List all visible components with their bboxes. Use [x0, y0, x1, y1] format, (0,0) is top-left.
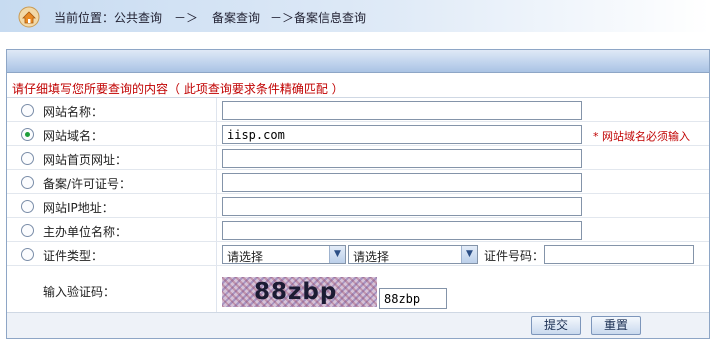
- cert-type-label: 证件类型：: [43, 249, 104, 263]
- homepage-url-label: 网站首页网址：: [43, 153, 128, 167]
- notice-text: 请仔细填写您所要查询的内容（ 此项查询要求条件精确匹配 ）: [12, 82, 344, 96]
- captcha-input[interactable]: [379, 288, 447, 309]
- home-icon: [18, 6, 40, 28]
- cert-type-select-2[interactable]: 请选择 ▼: [348, 245, 478, 264]
- notice-row: 请仔细填写您所要查询的内容（ 此项查询要求条件精确匹配 ）: [7, 74, 709, 98]
- domain-label: 网站域名：: [43, 129, 104, 143]
- domain-input[interactable]: [222, 125, 582, 144]
- site-name-input[interactable]: [222, 101, 582, 120]
- license-number-label: 备案/许可证号：: [43, 177, 132, 191]
- ip-address-label: 网站IP地址：: [43, 201, 114, 215]
- domain-required-hint: * 网站域名必须输入: [593, 130, 690, 143]
- cert-number-input[interactable]: [544, 245, 694, 264]
- field-row-organizer: 主办单位名称：: [7, 218, 709, 242]
- field-row-ip-address: 网站IP地址：: [7, 194, 709, 218]
- breadcrumb-current: 当前位置：公共查询: [54, 11, 163, 25]
- cert-number-label: 证件号码：: [484, 249, 545, 263]
- cert-type-select-1-value: 请选择: [227, 250, 264, 264]
- breadcrumb-separator: －＞: [174, 11, 199, 25]
- captcha-label: 输入验证码：: [43, 285, 116, 299]
- panel-header: [7, 50, 709, 73]
- captcha-image[interactable]: 88zbp: [222, 277, 377, 307]
- breadcrumb-bar: 当前位置：公共查询 －＞ 备案查询 －＞备案信息查询: [0, 0, 710, 32]
- breadcrumb-item-filing-info-query: －＞备案信息查询: [270, 11, 367, 25]
- organizer-label: 主办单位名称：: [43, 225, 128, 239]
- field-row-cert-type: 证件类型： 请选择 ▼ 请选择 ▼ 证件号码：: [7, 242, 709, 266]
- field-row-domain: 网站域名： * 网站域名必须输入: [7, 122, 709, 146]
- query-panel: 请仔细填写您所要查询的内容（ 此项查询要求条件精确匹配 ） 网站名称： 网站域名…: [6, 49, 710, 339]
- field-row-site-name: 网站名称：: [7, 98, 709, 122]
- domain-radio[interactable]: [21, 128, 34, 141]
- breadcrumb-item-filing-query[interactable]: 备案查询: [212, 9, 260, 26]
- site-name-label: 网站名称：: [43, 105, 104, 119]
- button-row: 提交 重置: [7, 312, 709, 338]
- chevron-down-icon[interactable]: ▼: [461, 246, 477, 263]
- cert-type-radio[interactable]: [21, 248, 34, 261]
- ip-address-input[interactable]: [222, 197, 582, 216]
- organizer-radio[interactable]: [21, 224, 34, 237]
- organizer-input[interactable]: [222, 221, 582, 240]
- license-number-input[interactable]: [222, 173, 582, 192]
- site-name-radio[interactable]: [21, 104, 34, 117]
- field-row-license-number: 备案/许可证号：: [7, 170, 709, 194]
- cert-type-select-2-value: 请选择: [353, 250, 390, 264]
- reset-button[interactable]: 重置: [591, 316, 641, 335]
- homepage-url-radio[interactable]: [21, 152, 34, 165]
- license-number-radio[interactable]: [21, 176, 34, 189]
- captcha-image-text: 88zbp: [254, 279, 338, 305]
- cert-type-select-1[interactable]: 请选择 ▼: [222, 245, 346, 264]
- submit-button[interactable]: 提交: [531, 316, 581, 335]
- chevron-down-icon[interactable]: ▼: [329, 246, 345, 263]
- field-row-homepage-url: 网站首页网址：: [7, 146, 709, 170]
- ip-address-radio[interactable]: [21, 200, 34, 213]
- homepage-url-input[interactable]: [222, 149, 582, 168]
